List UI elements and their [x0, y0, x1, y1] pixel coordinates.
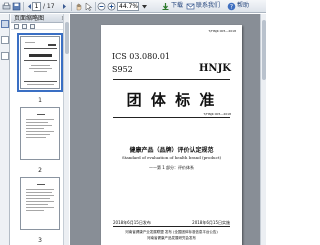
download-link[interactable]: 下载: [171, 1, 183, 11]
ccs-code: S952: [112, 65, 133, 74]
ics-code: ICS 03.080.01: [112, 52, 171, 61]
document-part: ——第 1 部分：评价体系: [148, 165, 195, 170]
zoom-in-icon[interactable]: [107, 2, 116, 11]
scrollbar-thumb[interactable]: [65, 22, 69, 54]
document-page: T/HNJK 005—2018 ICS 03.080.01 S952 HNJK …: [101, 25, 242, 245]
toolbar: 1 / 17 44.7% 下载 联系我们 ? 帮助: [0, 0, 266, 13]
toolbar-separator: [71, 2, 72, 11]
panel-title: 页面缩略图: [14, 15, 45, 22]
bookmarks-tab-icon[interactable]: [1, 36, 9, 44]
thumbnail-scrollbar[interactable]: [63, 14, 69, 245]
thumbnail-page-number: 1: [38, 97, 42, 104]
issuer-line-2: 河南省健康产品发展研究会发布: [147, 236, 196, 240]
save-icon[interactable]: [12, 2, 21, 11]
page-total: / 17: [43, 3, 55, 10]
issuer-line-1: 河南省健康产业发展联盟 发布 (全国团体标准信息平台公告): [125, 230, 218, 234]
download-icon: [162, 3, 169, 10]
print-icon[interactable]: [2, 2, 11, 11]
select-text-icon[interactable]: [84, 2, 93, 11]
doc-id-header: T/HNJK 005—2018: [208, 29, 236, 33]
attachments-tab-icon[interactable]: [1, 52, 9, 60]
document-scrollbar[interactable]: [260, 14, 266, 245]
help-icon: ?: [227, 2, 236, 11]
thumbnail-page-number: 3: [38, 237, 42, 244]
document-title-english: Standard of evaluation of health brand (…: [121, 155, 222, 160]
page-thumbnail-1[interactable]: [17, 33, 63, 92]
page-thumbnail-2[interactable]: [20, 107, 60, 160]
page-thumbnails-tab-icon[interactable]: [1, 20, 9, 28]
sidebar-tab-strip: [0, 14, 10, 245]
enlarge-thumbnail-icon[interactable]: [30, 24, 35, 29]
hand-tool-icon[interactable]: [74, 2, 83, 11]
next-page-icon[interactable]: [60, 2, 69, 11]
header-rule: [113, 79, 230, 80]
zoom-out-icon[interactable]: [97, 2, 106, 11]
standard-brand: HNJK: [198, 63, 231, 74]
delete-page-icon[interactable]: [22, 24, 27, 29]
contact-link[interactable]: 联系我们: [196, 1, 220, 11]
toolbar-separator: [23, 2, 24, 11]
thumbnail-panel: 页面缩略图 × 1 2: [11, 14, 69, 245]
page-number-input[interactable]: 1: [32, 2, 41, 11]
zoom-level-field[interactable]: 44.7%: [117, 2, 139, 11]
contact-icon: [186, 3, 195, 10]
panel-header: 页面缩略图 ×: [11, 14, 68, 23]
options-icon[interactable]: [14, 24, 19, 29]
document-viewport: T/HNJK 005—2018 ICS 03.080.01 S952 HNJK …: [70, 14, 266, 245]
chevron-down-icon[interactable]: [140, 2, 149, 11]
title-rule: [113, 117, 230, 118]
document-title: 健康产品（品牌）评价认定规范: [129, 147, 214, 154]
page-thumbnail-3[interactable]: [20, 177, 60, 230]
standard-number: T/HNJK 005—2018: [203, 112, 231, 116]
standard-type-title: 团 体 标 准: [126, 91, 217, 109]
scrollbar-thumb[interactable]: [262, 20, 266, 80]
panel-toolbar: [11, 23, 68, 30]
toolbar-separator: [95, 2, 96, 11]
help-link[interactable]: 帮助: [237, 1, 249, 11]
svg-text:?: ?: [230, 4, 233, 11]
thumbnail-page-number: 2: [38, 167, 42, 174]
footer-rule: [113, 226, 230, 227]
